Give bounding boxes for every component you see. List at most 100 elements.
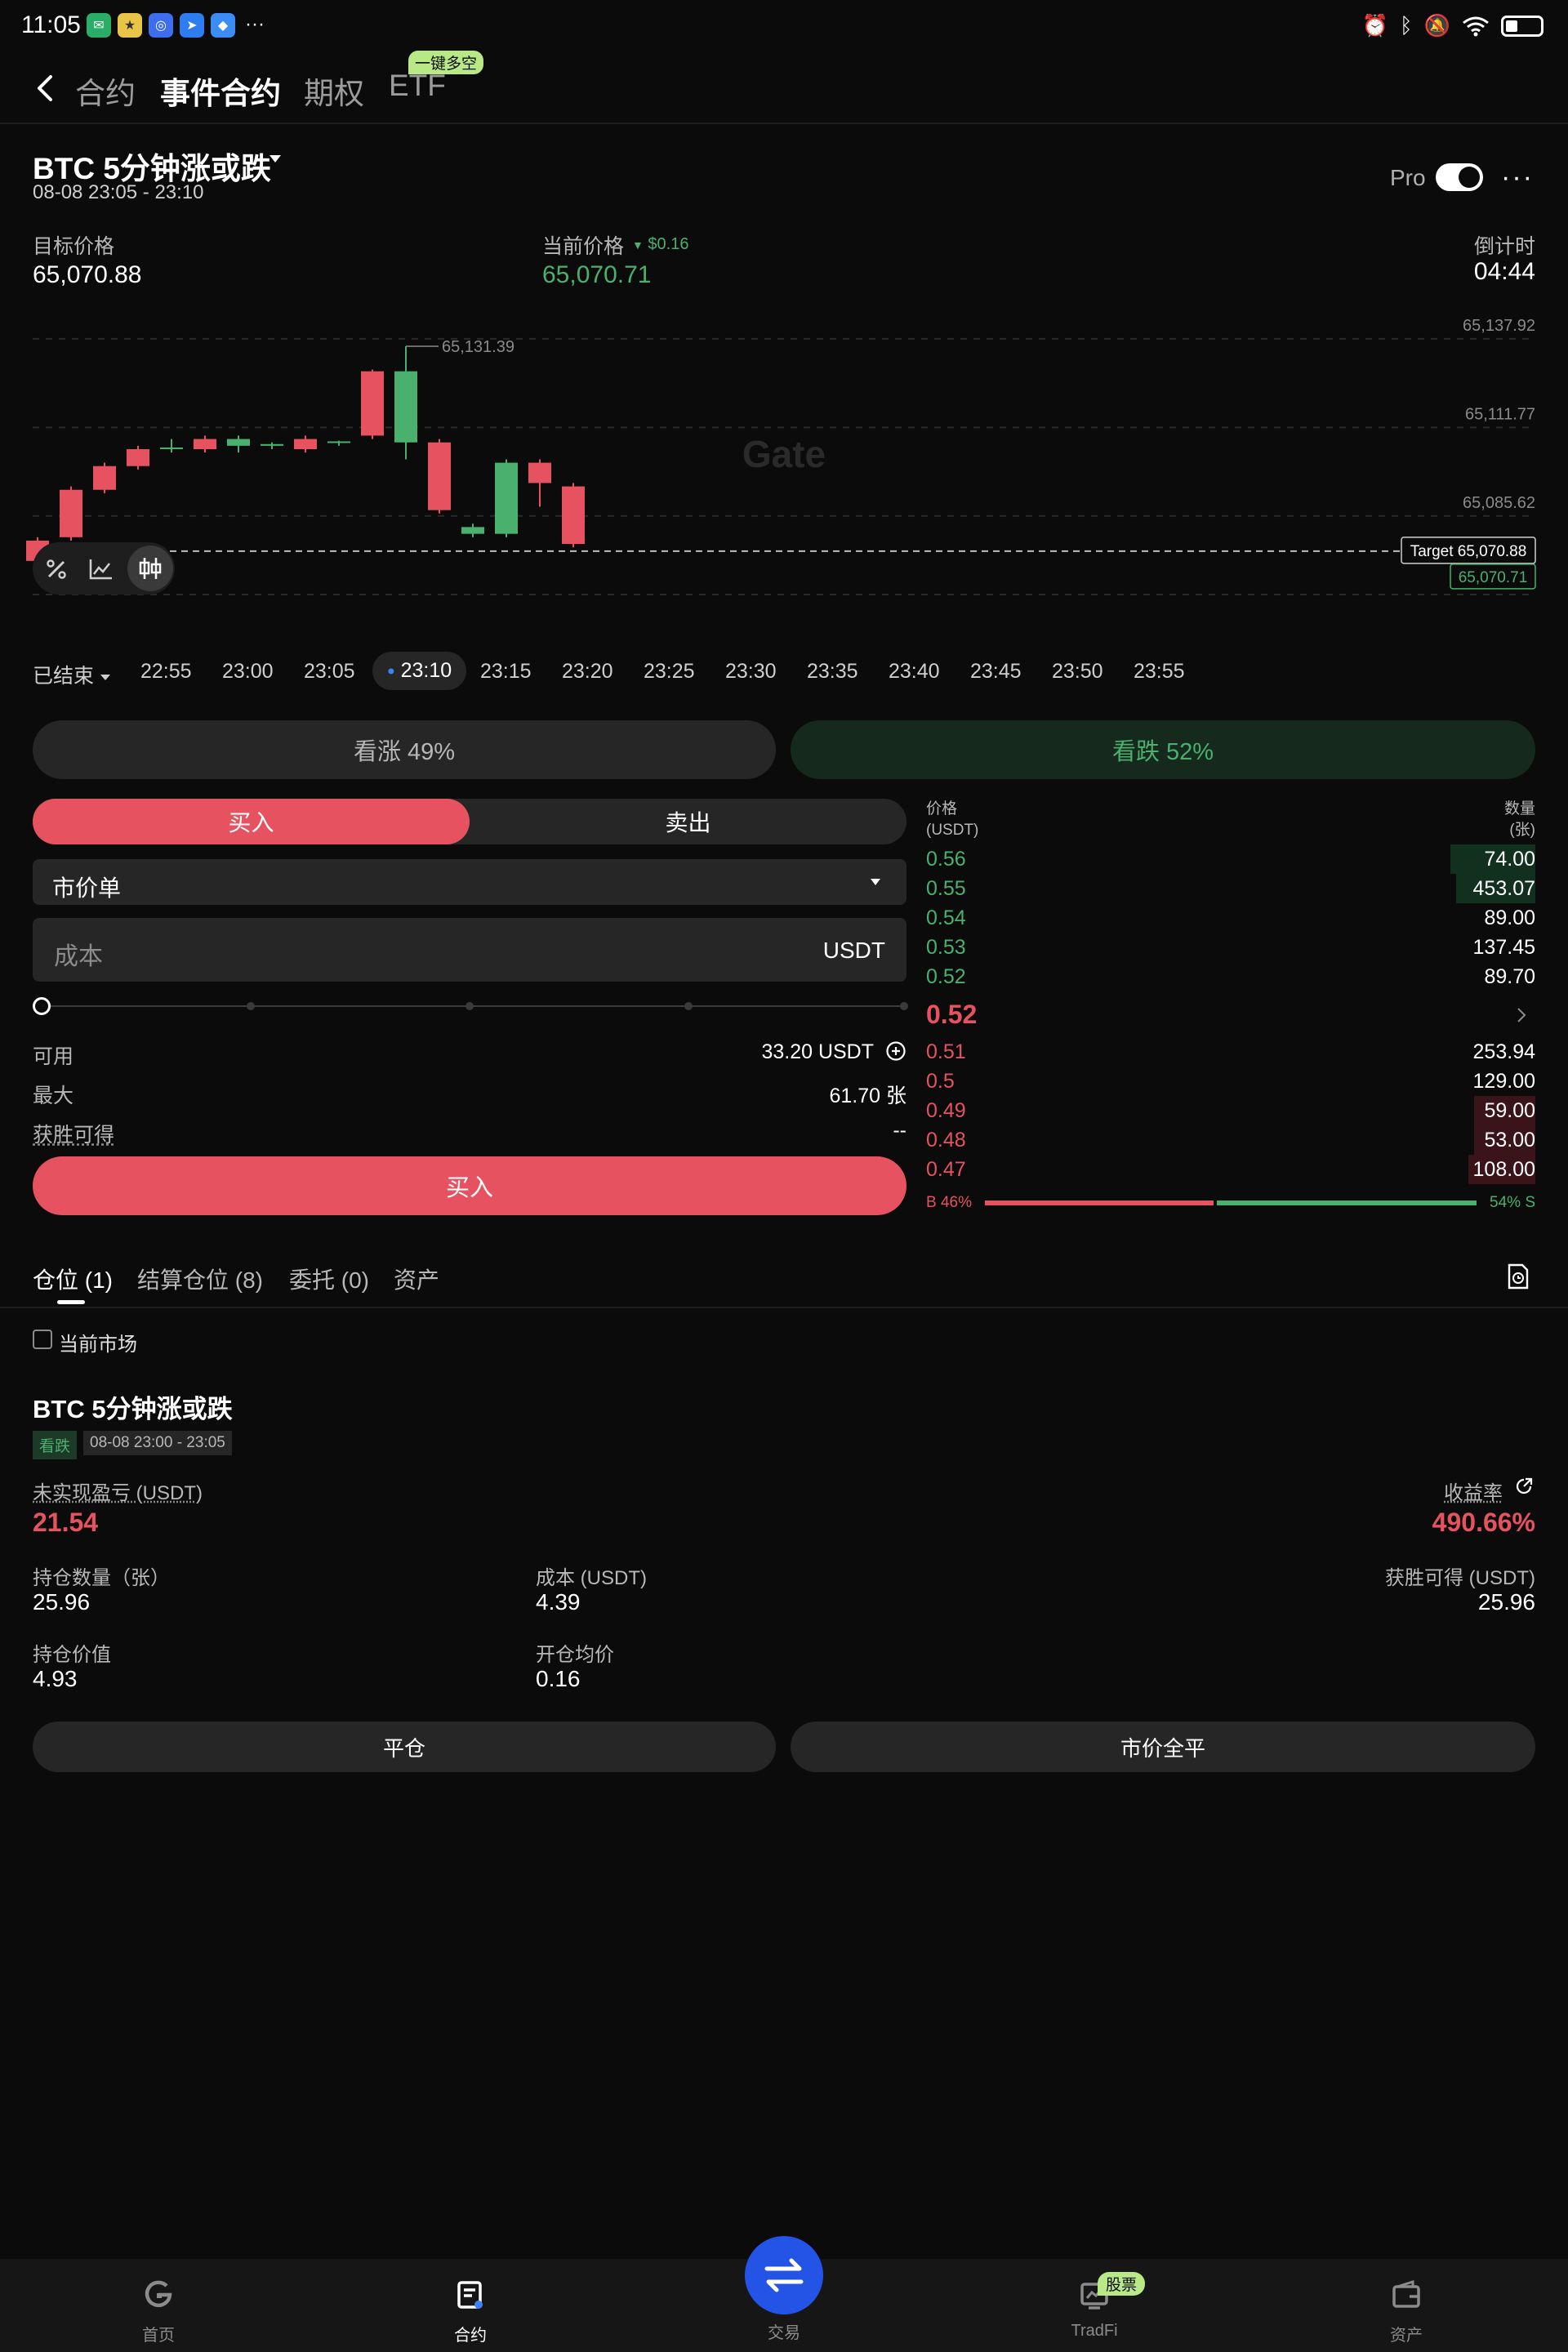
status-more: ··· xyxy=(245,13,265,35)
chevron-right-icon[interactable] xyxy=(1516,1006,1527,1024)
tab-settled[interactable]: 结算仓位 (8) xyxy=(137,1263,263,1295)
bid-row[interactable]: 0.51 253.94 xyxy=(926,1037,1535,1067)
percent-icon[interactable] xyxy=(44,557,69,581)
tab-event-contracts[interactable]: 事件合约 xyxy=(160,69,281,113)
nav-trade-label: 交易 xyxy=(768,2324,800,2342)
ask-row[interactable]: 0.55 453.07 xyxy=(926,874,1535,903)
time-slot[interactable]: 22:55 xyxy=(140,660,192,684)
slider-step[interactable] xyxy=(466,1002,474,1010)
bet-up-button[interactable]: 看涨 49% xyxy=(33,720,776,779)
time-slot[interactable]: 23:15 xyxy=(480,660,532,684)
tab-futures[interactable]: 合约 xyxy=(75,69,136,113)
more-icon[interactable]: ··· xyxy=(1501,162,1534,194)
bid-row[interactable]: 0.47 108.00 xyxy=(926,1155,1535,1184)
market-close-all-button[interactable]: 市价全平 xyxy=(791,1722,1535,1772)
bid-row[interactable]: 0.49 59.00 xyxy=(926,1096,1535,1125)
time-slot[interactable]: 23:45 xyxy=(970,660,1022,684)
bid-row[interactable]: 0.48 53.00 xyxy=(926,1125,1535,1155)
tab-positions[interactable]: 仓位 (1) xyxy=(33,1263,113,1295)
bid-qty: 253.94 xyxy=(1472,1040,1535,1063)
ask-price: 0.52 xyxy=(926,965,966,988)
ask-row[interactable]: 0.56 74.00 xyxy=(926,844,1535,874)
app-icon: ★ xyxy=(118,13,142,38)
bet-down-button[interactable]: 看跌 52% xyxy=(791,720,1535,779)
ob-qty-header: 数量 (张) xyxy=(1504,799,1535,841)
current-price-label: 当前价格 xyxy=(542,235,625,258)
nav-trade[interactable]: 交易 xyxy=(702,2313,866,2343)
history-icon[interactable] xyxy=(1506,1263,1530,1290)
slider-step[interactable] xyxy=(247,1002,255,1010)
nav-assets[interactable]: 资产 xyxy=(1325,2278,1488,2345)
pro-toggle[interactable] xyxy=(1436,163,1483,191)
time-slot[interactable]: 23:35 xyxy=(807,660,858,684)
slider-step[interactable] xyxy=(900,1002,908,1010)
candle-body xyxy=(227,439,250,446)
bid-qty: 129.00 xyxy=(1472,1070,1535,1093)
cost-input[interactable]: 成本 USDT xyxy=(33,918,906,982)
share-icon[interactable] xyxy=(1514,1477,1534,1496)
avg-price-label: 开仓均价 xyxy=(536,1644,614,1666)
tab-options[interactable]: 期权 xyxy=(304,69,364,113)
nav-home[interactable]: 首页 xyxy=(77,2278,240,2345)
amount-slider-thumb[interactable] xyxy=(33,997,51,1015)
nav-futures[interactable]: 合约 xyxy=(389,2278,552,2345)
down-triangle-icon: ▼ xyxy=(632,238,644,252)
time-slot[interactable]: 23:40 xyxy=(889,660,940,684)
tab-orders[interactable]: 委托 (0) xyxy=(289,1263,369,1295)
candlestick-chart[interactable]: 65,137.92 65,111.77 65,085.62 Gate Target 65… xyxy=(0,294,1568,604)
time-slot[interactable]: 23:30 xyxy=(725,660,777,684)
time-slot-selected-label: 23:10 xyxy=(400,659,452,682)
ask-row[interactable]: 0.52 89.70 xyxy=(926,962,1535,991)
positions-divider xyxy=(0,1307,1568,1308)
ask-price: 0.55 xyxy=(926,877,966,900)
battery-level xyxy=(1506,20,1517,32)
pnl-label[interactable]: 未实现盈亏 (USDT) xyxy=(33,1477,203,1505)
time-slot[interactable]: 23:05 xyxy=(304,660,355,684)
candle-body xyxy=(495,462,518,534)
buy-tab[interactable]: 买入 xyxy=(33,799,470,844)
add-funds-icon[interactable] xyxy=(885,1040,906,1062)
back-icon[interactable] xyxy=(33,72,57,105)
bid-row[interactable]: 0.5 129.00 xyxy=(926,1067,1535,1096)
nav-tradfi[interactable]: TradFi xyxy=(1013,2278,1176,2341)
candle-body xyxy=(294,439,317,449)
ob-price-header: 价格 (USDT) xyxy=(926,799,978,841)
tab-assets[interactable]: 资产 xyxy=(394,1263,439,1295)
position-value-label: 持仓价值 xyxy=(33,1644,111,1666)
time-slot[interactable]: 23:25 xyxy=(644,660,695,684)
stock-badge: 股票 xyxy=(1098,2272,1146,2296)
slider-step[interactable] xyxy=(684,1002,693,1010)
ended-filter[interactable]: 已结束 xyxy=(33,660,111,689)
amount-slider-track[interactable] xyxy=(46,1005,906,1007)
candle-body xyxy=(528,462,551,483)
line-chart-icon[interactable] xyxy=(88,557,114,581)
candlestick-icon[interactable] xyxy=(137,555,163,581)
time-slot-selected[interactable]: ● 23:10 xyxy=(372,652,467,690)
candle-body xyxy=(327,441,350,443)
nav-assets-label: 资产 xyxy=(1390,2327,1423,2345)
candle-body xyxy=(261,443,283,446)
roi-label[interactable]: 收益率 xyxy=(1444,1477,1503,1505)
time-slot[interactable]: 23:20 xyxy=(562,660,613,684)
current-change-value: $0.16 xyxy=(648,235,689,253)
bid-price: 0.5 xyxy=(926,1070,955,1093)
trade-fab[interactable] xyxy=(745,2236,823,2314)
order-type-select[interactable]: 市价单 xyxy=(33,859,906,905)
close-position-button[interactable]: 平仓 xyxy=(33,1722,776,1772)
ask-row[interactable]: 0.54 89.00 xyxy=(926,903,1535,933)
win-label[interactable]: 获胜可得 xyxy=(33,1119,114,1148)
y-tick-label: 65,085.62 xyxy=(1463,494,1535,512)
candle-body xyxy=(461,527,484,534)
countdown-label: 倒计时 xyxy=(1473,235,1535,258)
pro-label: Pro xyxy=(1390,165,1426,190)
time-slot[interactable]: 23:00 xyxy=(222,660,274,684)
sell-tab[interactable]: 卖出 xyxy=(470,799,906,844)
roi-value: 490.66% xyxy=(1432,1508,1535,1537)
current-market-checkbox[interactable] xyxy=(33,1330,52,1349)
time-slot[interactable]: 23:55 xyxy=(1134,660,1185,684)
y-tick-label: 65,111.77 xyxy=(1465,405,1535,423)
title-caret-icon[interactable] xyxy=(270,155,281,163)
ask-row[interactable]: 0.53 137.45 xyxy=(926,933,1535,962)
time-slot[interactable]: 23:50 xyxy=(1052,660,1103,684)
buy-submit-button[interactable]: 买入 xyxy=(33,1156,906,1215)
